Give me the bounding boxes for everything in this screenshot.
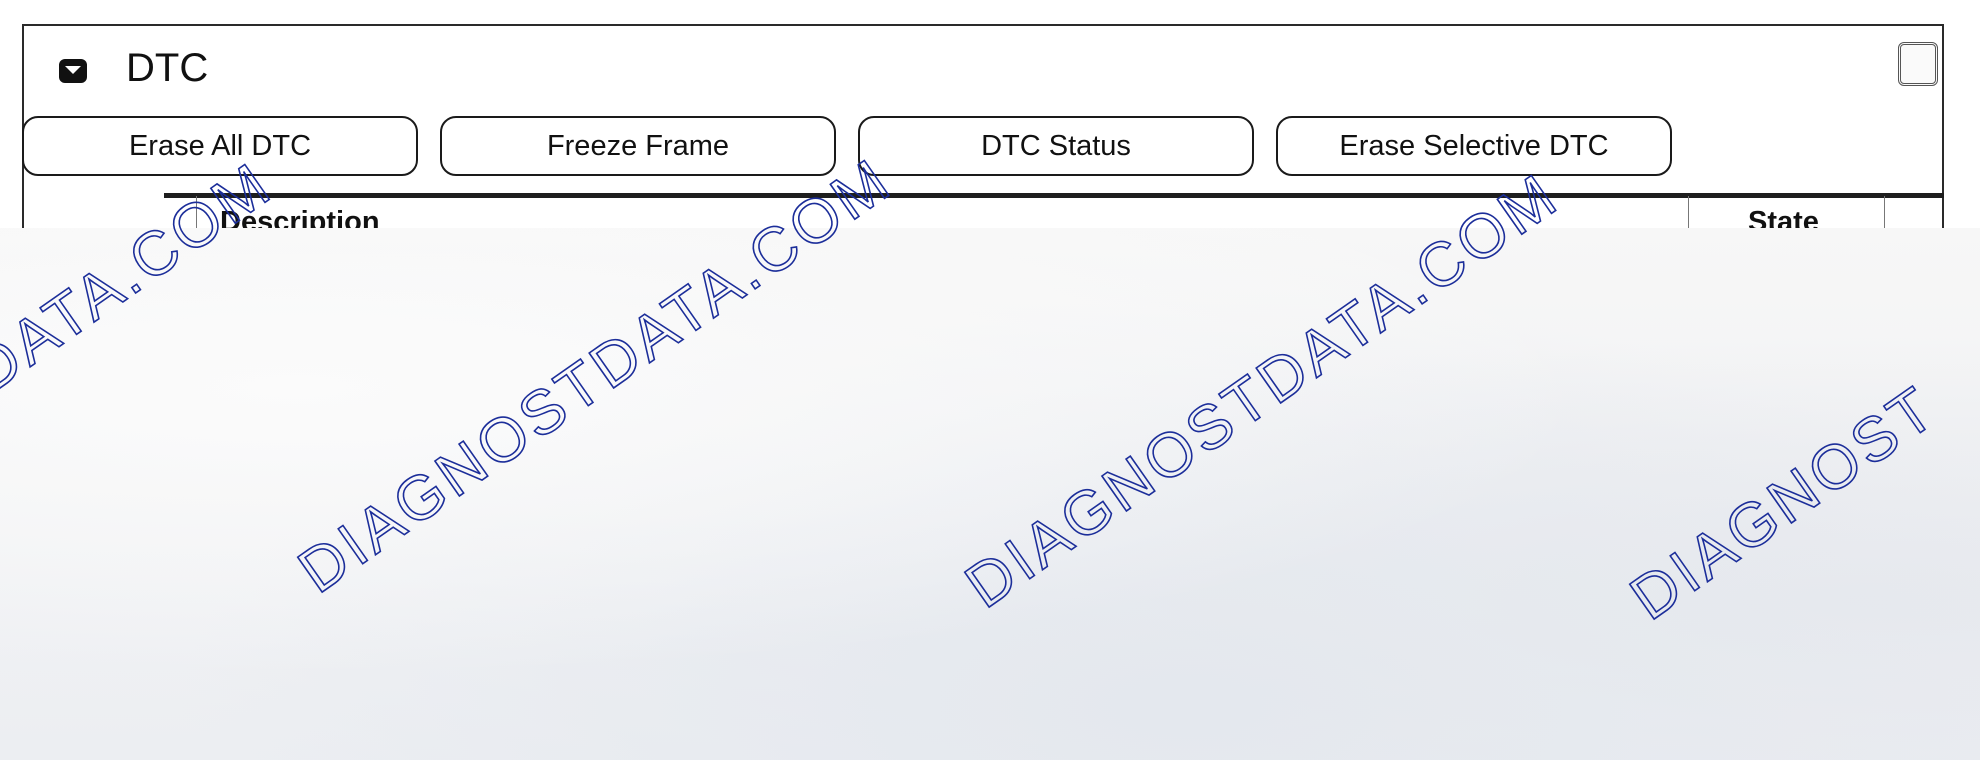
erase-selective-dtc-button[interactable]: Erase Selective DTC xyxy=(1276,116,1672,176)
collapse-icon[interactable] xyxy=(58,58,88,84)
panel-header: DTC xyxy=(24,26,1942,110)
table-header-border xyxy=(164,193,1944,198)
erase-all-dtc-button[interactable]: Erase All DTC xyxy=(22,116,418,176)
dtc-status-button[interactable]: DTC Status xyxy=(858,116,1254,176)
freeze-frame-button[interactable]: Freeze Frame xyxy=(440,116,836,176)
maximize-button[interactable] xyxy=(1898,42,1938,86)
panel-title: DTC xyxy=(126,46,209,90)
blurred-content-area xyxy=(0,228,1980,760)
